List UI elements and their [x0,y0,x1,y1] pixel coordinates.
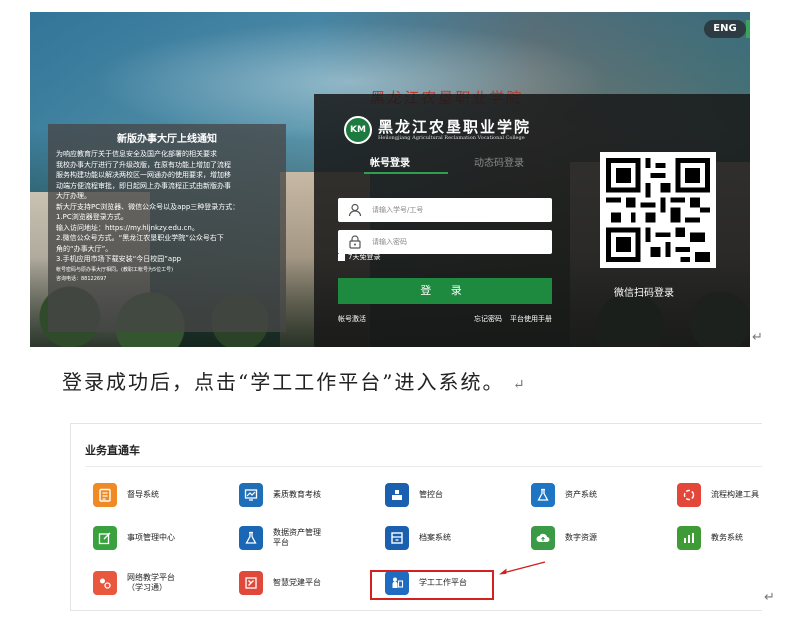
app-label: 档案系统 [419,533,451,542]
app-task-management-center[interactable]: 事项管理中心 [93,521,175,555]
qr-login-label: 微信扫码登录 [614,288,674,299]
instruction-text: 登录成功后，点击“学工工作平台”进入系统。 ↵ [62,366,525,395]
highlight-box [370,570,494,600]
app-archive-system[interactable]: 档案系统 [385,521,451,555]
notice-footnote: 咨询电话：88122697 [56,275,107,282]
notice-panel: 新版办事大厅上线通知 为响应教育厅关于信息安全及国产化部署的相关要求 我校办事大… [48,124,286,332]
notice-line: 我校办事大厅进行了升级改版，在原有功能上增加了流程 [56,160,231,169]
flask-icon [239,526,263,550]
app-control-console[interactable]: 管控台 [385,478,443,512]
login-panel: KM 黑龙江农垦职业学院 Heilongjiang Agricultural R… [314,94,750,347]
notice-line: 大厅办理。 [56,192,91,200]
online-learning-icon [93,571,117,595]
app-digital-resources[interactable]: 数字资源 [531,521,597,555]
party-building-icon [239,571,263,595]
app-label: 网络教学平台 （学习通） [127,573,175,592]
app-smart-party-building[interactable]: 智慧党建平台 [239,566,321,600]
school-logo: KM [344,116,372,144]
workflow-icon [677,483,701,507]
notice-line: 动端方便流程审批，即日起网上办事流程正式由新版办事 [56,181,231,190]
cloud-upload-icon [531,526,555,550]
app-asset-system[interactable]: 资产系统 [531,478,597,512]
app-quality-education-assessment[interactable]: 素质教育考核 [239,478,321,512]
app-supervision-system[interactable]: 督导系统 [93,478,159,512]
help-links: 忘记密码 平台使用手册 [474,314,552,324]
forgot-password-link[interactable]: 忘记密码 [474,314,502,324]
paragraph-mark: ↵ [764,590,775,605]
app-label: 教务系统 [711,533,743,542]
app-label: 督导系统 [127,490,159,499]
user-icon [348,203,362,217]
flask-icon [531,483,555,507]
username-placeholder: 请输入学号/工号 [372,206,424,214]
app-academic-affairs-system[interactable]: 教务系统 [677,521,743,555]
notice-title: 新版办事大厅上线通知 [117,134,217,145]
notice-line: 为响应教育厅关于信息安全及国产化部署的相关要求 [56,150,217,158]
app-workflow-builder[interactable]: 流程构建工具 [677,478,759,512]
edit-icon [93,526,117,550]
language-toggle-indicator [746,20,750,38]
app-label: 智慧党建平台 [273,578,321,587]
portal-screenshot: 业务直通车 督导系统 素质教育考核 管控台 资产系统 流程构建工具 事项管理中心… [70,423,762,611]
notice-line: 新大厅支持PC浏览器、微信公众号以及app三种登录方式： [56,202,240,211]
lock-icon [349,235,361,249]
password-input[interactable]: 请输入密码 [338,230,552,254]
paragraph-mark: ↵ [752,330,763,345]
app-online-teaching-platform[interactable]: 网络教学平台 （学习通） [93,566,175,600]
qr-code-icon [606,158,710,262]
app-label: 素质教育考核 [273,490,321,499]
section-divider [85,466,762,467]
chart-monitor-icon [239,483,263,507]
notice-line: 3.手机应用市场下载安装“今日校园”app [56,255,182,263]
arrow-icon [499,561,546,575]
console-icon [385,483,409,507]
app-data-asset-management[interactable]: 数据资产管理 平台 [239,521,321,555]
tab-account-login[interactable]: 帐号登录 [370,154,410,169]
active-tab-indicator [364,172,448,174]
school-name-cn: 黑龙江农垦职业学院 [378,117,532,136]
login-page-screenshot: 黑龙江农垦职业学院 ENG 新版办事大厅上线通知 为响应教育厅关于信息安全及国产… [30,12,750,347]
user-manual-link[interactable]: 平台使用手册 [510,314,552,324]
notice-line: 角的“办事大厅”。 [56,244,113,253]
section-title: 业务直通车 [85,444,140,457]
language-toggle-button[interactable]: ENG [704,20,746,38]
app-label: 管控台 [419,490,443,499]
app-label: 流程构建工具 [711,490,759,499]
paragraph-mark: ↵ [512,377,525,393]
archive-icon [385,526,409,550]
remember-me-checkbox[interactable]: 7天免登录 [338,252,380,262]
school-name: 黑龙江农垦职业学院 Heilongjiang Agricultural Recl… [378,119,531,142]
username-input[interactable]: 请输入学号/工号 [338,198,552,222]
instruction-sentence: 登录成功后，点击“学工工作平台”进入系统。 [62,370,505,394]
app-label: 数据资产管理 平台 [273,528,321,547]
notice-line: 服务构建功能以解决两校区一网通办的使用要求，增加移 [56,171,231,179]
tab-sms-login[interactable]: 动态码登录 [474,154,524,169]
app-label: 数字资源 [565,533,597,542]
activate-account-link[interactable]: 帐号激活 [338,314,366,324]
school-name-en: Heilongjiang Agricultural Reclamation Vo… [378,134,525,141]
clipboard-icon [93,483,117,507]
notice-line: 2.微信公众号方式。“黑龙江农垦职业学院”公众号右下 [56,234,224,242]
checkbox-box[interactable] [338,253,345,261]
login-button[interactable]: 登 录 [338,278,552,304]
remember-me-label: 7天免登录 [348,253,381,261]
password-placeholder: 请输入密码 [372,238,407,246]
login-links: 帐号激活 忘记密码 平台使用手册 [338,314,552,324]
notice-line: 1.PC浏览器登录方式。 [56,213,128,221]
notice-line: 输入访问地址：https://my.hljnkzy.edu.cn。 [56,223,199,232]
bar-chart-icon [677,526,701,550]
school-header: KM 黑龙江农垦职业学院 Heilongjiang Agricultural R… [344,114,531,146]
notice-footnote: 帐号密码与原办事大厅相同。(教职工帐号为5位工号) [56,266,174,273]
app-label: 资产系统 [565,490,597,499]
app-label: 事项管理中心 [127,533,175,542]
qr-code [600,152,716,268]
